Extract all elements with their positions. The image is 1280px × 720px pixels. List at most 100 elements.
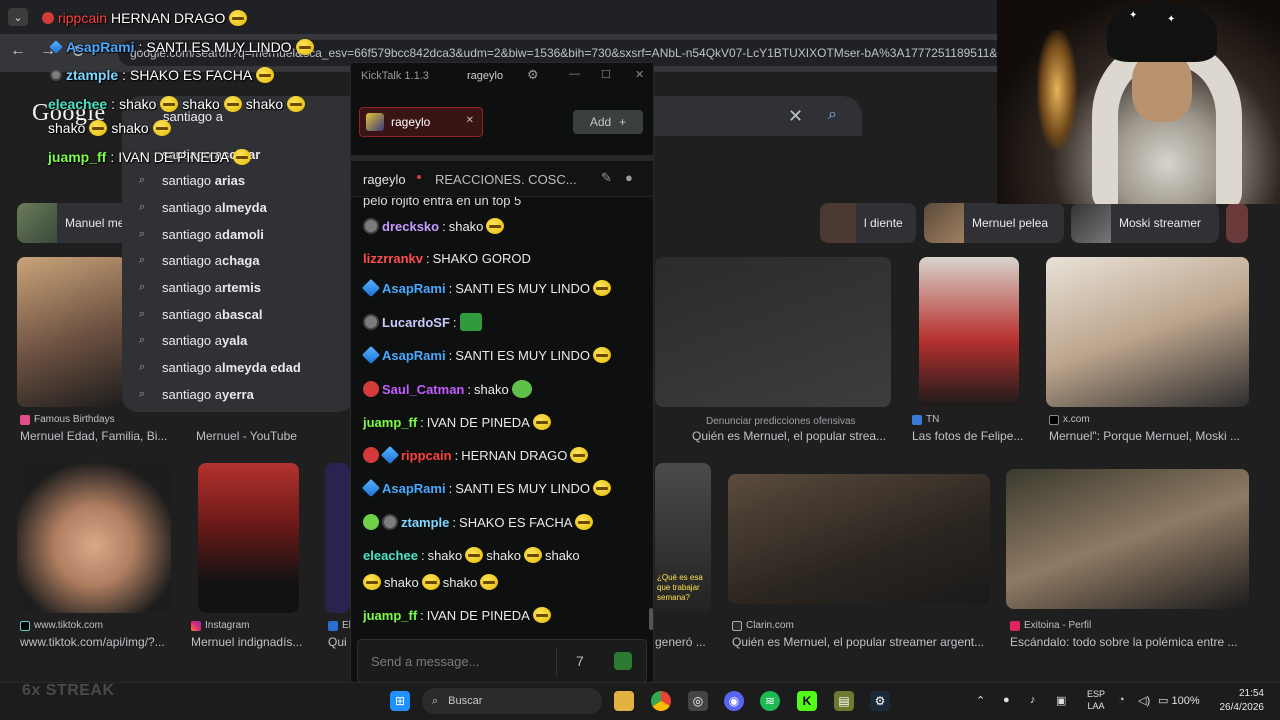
chat-username[interactable]: eleachee <box>363 548 418 563</box>
chat-channel-name[interactable]: rageylo <box>363 172 406 187</box>
wifi-icon[interactable]: ◔ <box>1118 694 1125 706</box>
language-indicator[interactable]: ESP LAA <box>1087 688 1105 712</box>
image-result[interactable] <box>1006 469 1249 609</box>
autocomplete-suggestion[interactable]: ⌕ santiago ayerra <box>136 385 254 403</box>
autocomplete-suggestion[interactable]: ⌕ santiago arias <box>136 172 245 190</box>
chat-username[interactable]: AsapRami <box>382 348 446 363</box>
chip-thumbnail <box>820 203 856 243</box>
report-predictions-link[interactable]: Denunciar predicciones ofensivas <box>706 416 856 427</box>
chat-username[interactable]: juamp_ff <box>363 608 417 623</box>
close-tab-icon[interactable]: ✕ <box>466 115 474 126</box>
autocomplete-suggestion[interactable]: ⌕ santiago almeyda edad <box>136 359 301 377</box>
related-chip[interactable]: Moski streamer <box>1071 203 1219 243</box>
favicon-icon <box>328 620 338 631</box>
tab-search-dropdown[interactable]: ⌄ <box>8 8 28 26</box>
steam-icon[interactable]: ⚙ <box>870 691 890 711</box>
pin-icon[interactable]: ✎ <box>601 170 612 186</box>
favicon-icon <box>1010 620 1020 631</box>
message-input[interactable]: Send a message... 7 <box>357 639 647 683</box>
emote-icon <box>287 96 306 112</box>
autocomplete-suggestion[interactable]: ⌕ santiago achaga <box>136 252 260 270</box>
chat-username[interactable]: Saul_Catman <box>382 382 464 397</box>
chat-username[interactable]: rippcain <box>401 448 452 463</box>
user-icon[interactable]: ● <box>625 170 633 185</box>
chat-username[interactable]: lizzrrankv <box>363 251 423 266</box>
battery-indicator[interactable]: ▭ 100% <box>1158 694 1200 707</box>
tiktok-icon <box>20 620 30 631</box>
discord-icon[interactable]: ◉ <box>724 691 744 711</box>
emote-icon <box>570 447 589 463</box>
battery-icon: ▭ <box>1158 695 1169 707</box>
chat-username[interactable]: LucardoSF <box>382 315 450 330</box>
image-result[interactable] <box>919 257 1019 407</box>
image-result[interactable] <box>728 474 990 604</box>
autocomplete-suggestion[interactable]: ⌕ santiago adamoli <box>136 225 264 243</box>
chat-message: eleachee: shako shako shako <box>363 547 580 563</box>
tray-app-icon[interactable]: ● <box>1003 694 1010 706</box>
chat-scrollbar[interactable] <box>649 608 653 630</box>
spotify-icon[interactable]: ≋ <box>760 691 780 711</box>
back-icon[interactable]: ← <box>8 42 28 60</box>
result-caption[interactable]: Mernuel indignadís... <box>191 635 307 649</box>
chat-username[interactable]: AsapRami <box>382 481 446 496</box>
7tv-emote-icon[interactable]: 7 <box>576 653 584 669</box>
channel-tab[interactable]: rageylo ✕ <box>359 107 483 137</box>
autocomplete-suggestion[interactable]: ⌕ santiago almeyda <box>136 198 267 216</box>
divider <box>556 648 557 676</box>
file-explorer-icon[interactable] <box>614 691 634 711</box>
image-result[interactable] <box>325 463 350 613</box>
image-result[interactable] <box>1046 257 1249 407</box>
result-caption[interactable]: generó ... <box>655 635 711 649</box>
suggestion-completion: bascal <box>222 306 263 322</box>
overlay-chat-line: shako shako <box>48 120 171 136</box>
image-result[interactable] <box>198 463 299 613</box>
result-caption[interactable]: www.tiktok.com/api/img/?... <box>20 635 170 649</box>
chat-username[interactable]: AsapRami <box>382 281 446 296</box>
result-caption[interactable]: Mernuel Edad, Familia, Bi... <box>20 429 170 443</box>
app-icon[interactable]: ◎ <box>688 691 708 711</box>
chat-username[interactable]: juamp_ff <box>363 415 417 430</box>
maximize-icon[interactable]: ☐ <box>601 68 611 81</box>
result-caption[interactable]: Quién es Mernuel, el popular streamer ar… <box>732 635 990 649</box>
chat-username[interactable]: ztample <box>401 515 449 530</box>
result-caption[interactable]: Mernuel - YouTube <box>196 429 346 443</box>
result-caption[interactable]: Mernuel": Porque Mernuel, Moski ... <box>1049 429 1249 443</box>
chat-message: drecksko: shako <box>363 218 505 234</box>
related-chip[interactable]: l diente <box>820 203 916 243</box>
autocomplete-suggestion[interactable]: ⌕ santiago ayala <box>136 332 247 350</box>
autocomplete-suggestion[interactable]: ⌕ santiago artemis <box>136 279 261 297</box>
image-result[interactable]: ¿Qué es esa que trabajar semana? <box>655 463 711 613</box>
result-caption[interactable]: Las fotos de Felipe... <box>912 429 1032 443</box>
tray-app-icon[interactable]: ▣ <box>1056 694 1066 707</box>
related-chip[interactable]: Mernuel pelea <box>924 203 1064 243</box>
volume-icon[interactable]: ◁) <box>1138 694 1150 707</box>
kick-emote-icon[interactable] <box>614 652 632 670</box>
streak-label: 6x STREAK <box>22 682 115 699</box>
add-channel-button[interactable]: Add + <box>573 110 643 134</box>
related-chip[interactable] <box>1226 203 1248 243</box>
settings-gear-icon[interactable]: ⚙ <box>527 67 539 83</box>
search-icon: ⌕ <box>432 694 439 707</box>
app-icon[interactable]: ▤ <box>834 691 854 711</box>
tray-chevron-icon[interactable]: ⌃ <box>976 694 985 707</box>
close-icon[interactable]: ✕ <box>635 68 644 81</box>
microphone-icon[interactable]: ♪ <box>1030 694 1036 706</box>
kick-icon[interactable]: K <box>797 691 817 711</box>
result-caption[interactable]: Escándalo: todo sobre la polémica entre … <box>1010 635 1250 649</box>
minimize-icon[interactable]: — <box>569 68 580 80</box>
image-result[interactable] <box>655 257 891 407</box>
system-clock[interactable]: 21:54 26/4/2026 <box>1212 687 1265 715</box>
image-result[interactable] <box>17 463 171 613</box>
start-icon[interactable]: ⊞ <box>390 691 410 711</box>
chrome-icon[interactable] <box>651 691 671 711</box>
channel-avatar <box>366 113 384 131</box>
chat-username[interactable]: drecksko <box>382 219 439 234</box>
taskbar-search[interactable]: ⌕ Buscar <box>422 688 602 714</box>
clear-search-icon[interactable]: ✕ <box>788 106 803 127</box>
result-caption[interactable]: Qui <box>328 635 350 649</box>
image-result[interactable] <box>17 257 127 407</box>
search-icon[interactable]: ⌕ <box>828 106 837 124</box>
result-caption[interactable]: Quién es Mernuel, el popular strea... <box>692 429 888 443</box>
emote-icon <box>511 380 532 398</box>
autocomplete-suggestion[interactable]: ⌕ santiago abascal <box>136 305 263 323</box>
